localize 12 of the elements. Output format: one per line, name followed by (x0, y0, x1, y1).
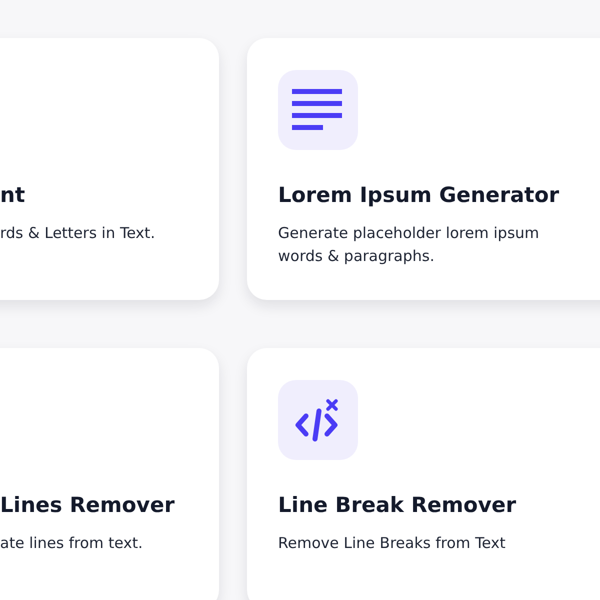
tool-card[interactable]: nt rds & Letters in Text. (0, 38, 219, 300)
card-title: Lorem Ipsum Generator (278, 182, 560, 209)
card-description: Remove Line Breaks from Text (278, 533, 506, 554)
card-title: Line Break Remover (278, 492, 518, 519)
card-description: Generate placeholder lorem ipsum words & paragraphs. (278, 223, 540, 267)
card-description: rds & Letters in Text. (0, 223, 156, 244)
tool-card[interactable]: Line Break Remover Remove Line Breaks from Text (247, 348, 600, 600)
card-title: nt (0, 182, 26, 209)
tool-card[interactable]: Lorem Ipsum Generator Generate placeholder lorem ipsum words & paragraphs. (247, 38, 600, 300)
card-description: ate lines from text. (0, 533, 144, 554)
card-title: Lines Remover (0, 492, 176, 519)
tool-card[interactable]: Lines Remover ate lines from text. (0, 348, 219, 600)
